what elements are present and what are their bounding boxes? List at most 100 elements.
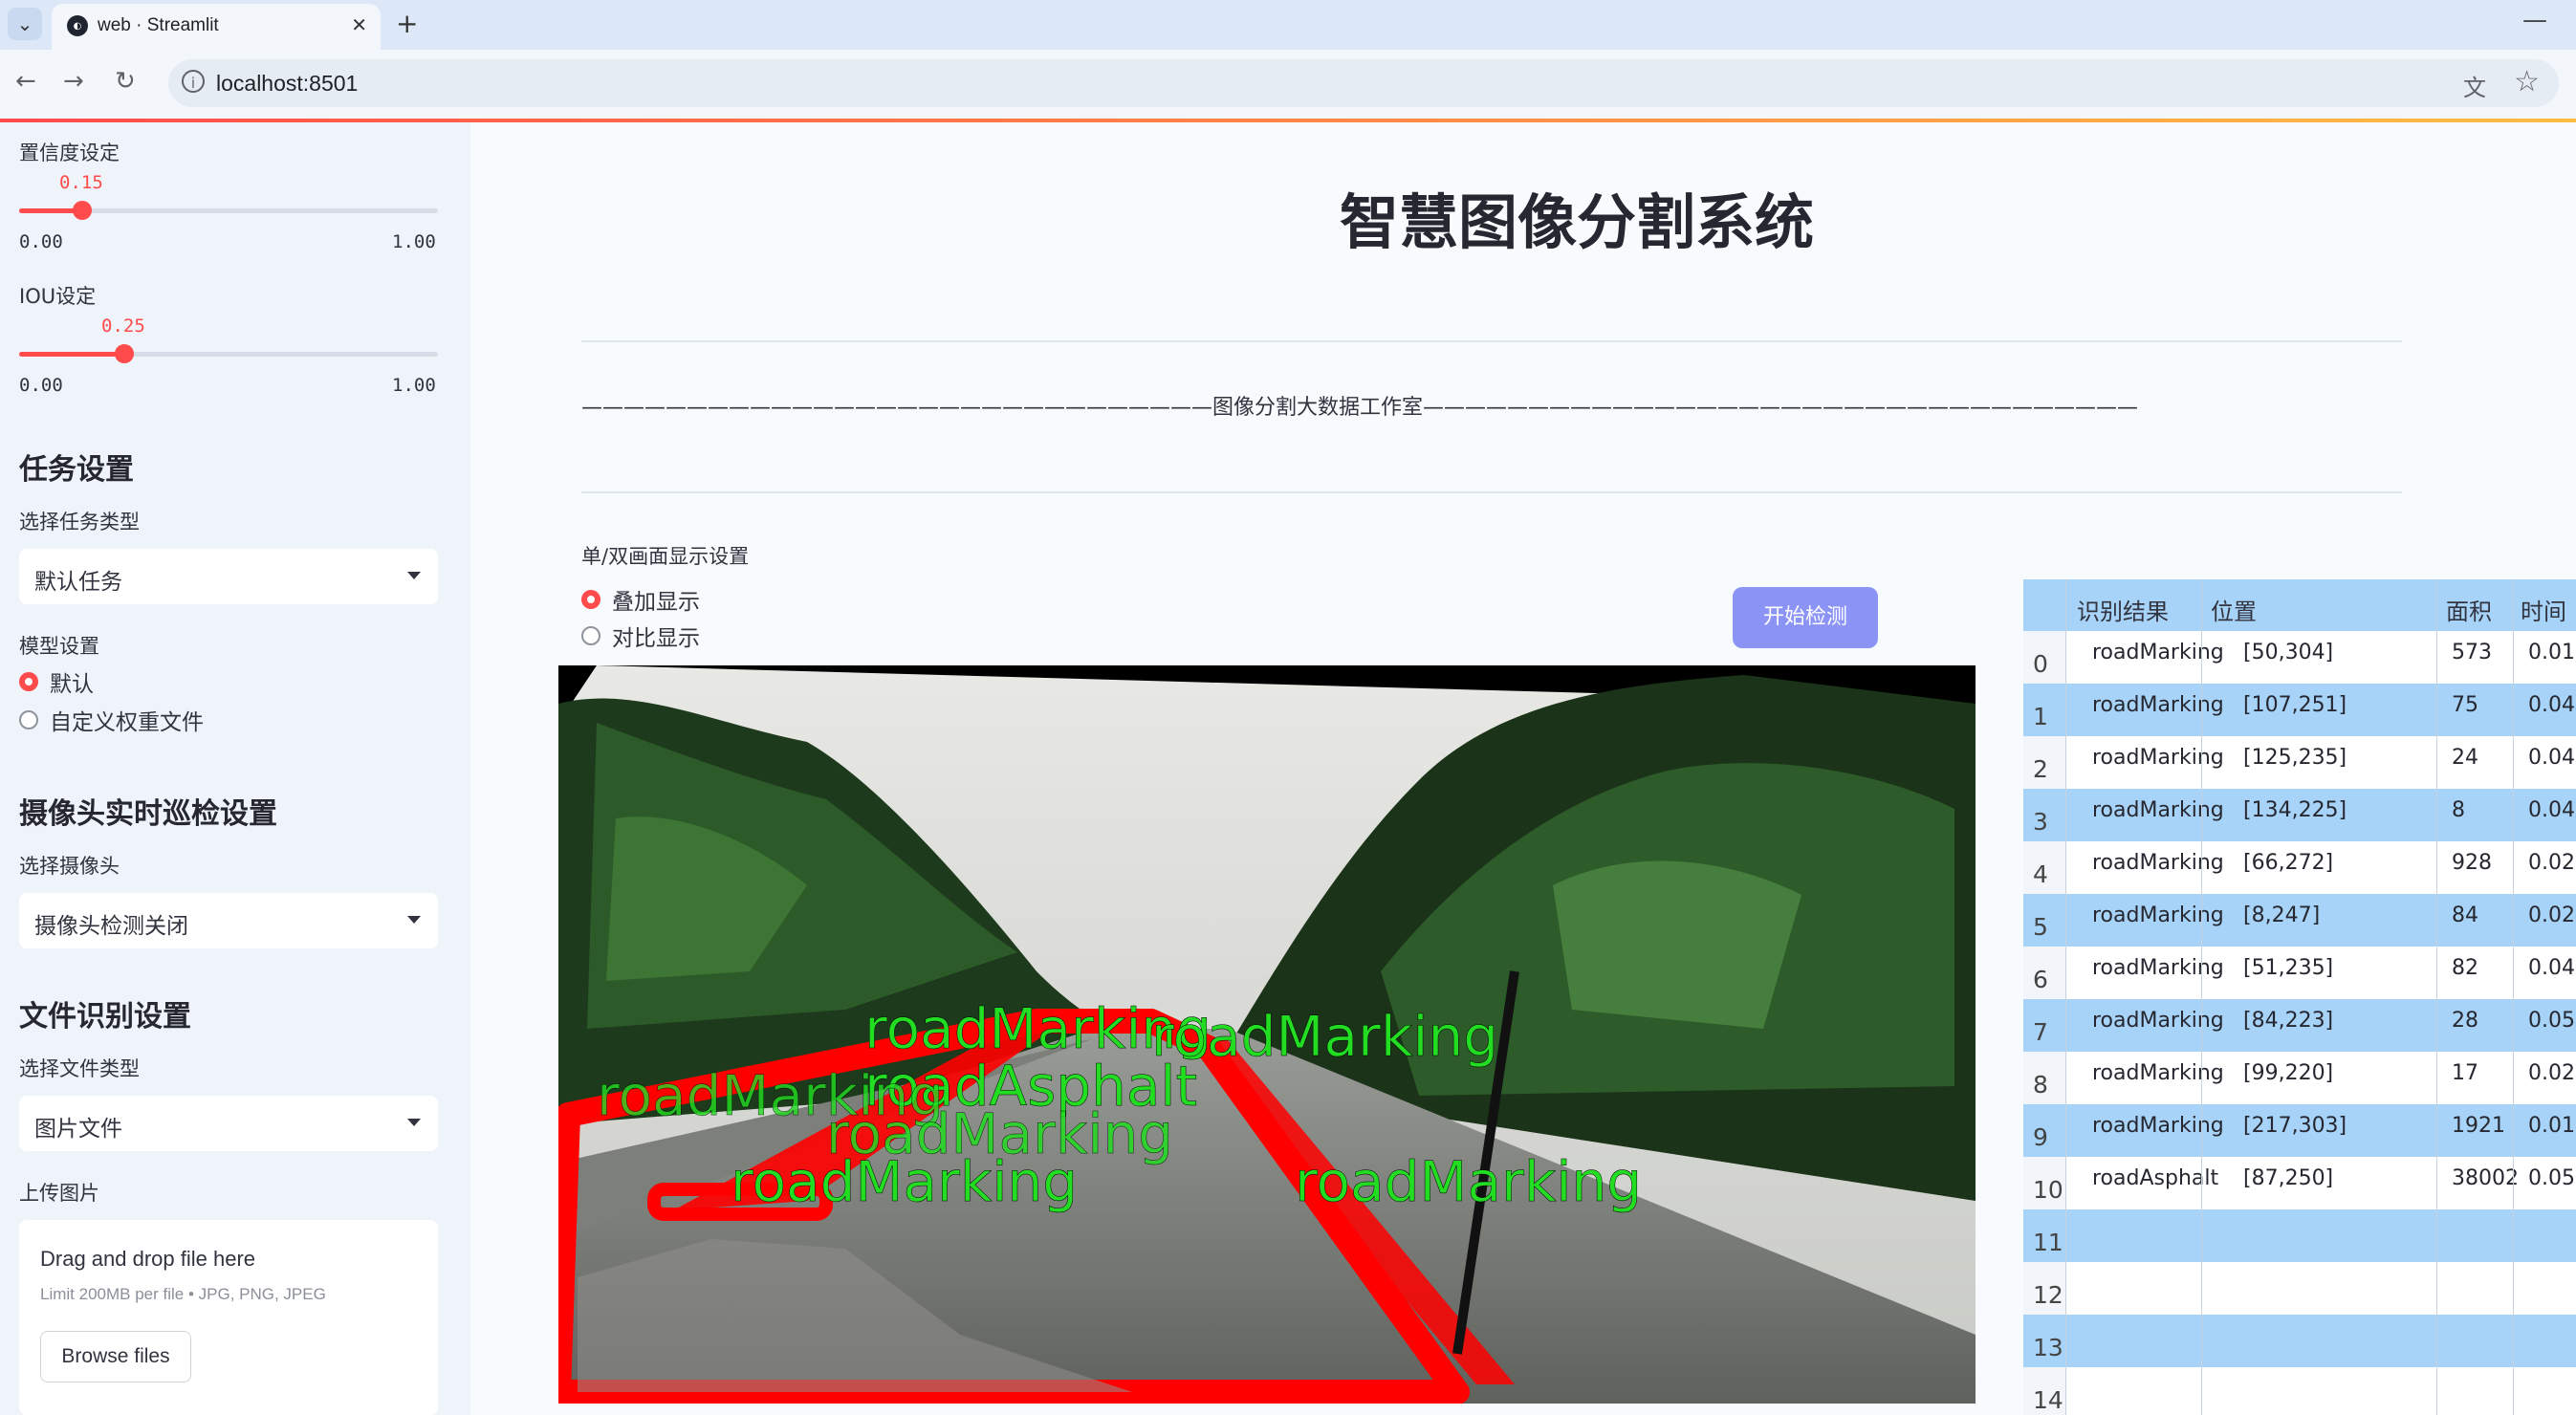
cell-position[interactable]: [50,304]	[2243, 641, 2333, 664]
cell-area[interactable]: 17	[2452, 1061, 2478, 1085]
table-row[interactable]: 1 roadMarking [107,251] 75 0.04	[2023, 684, 2576, 736]
table-row[interactable]: 0 roadMarking [50,304] 573 0.01	[2023, 631, 2576, 684]
table-row[interactable]: 3 roadMarking [134,225] 8 0.04	[2023, 789, 2576, 841]
cell-label[interactable]: roadMarking	[2092, 798, 2224, 822]
address-bar-row: ← → ↻ i localhost:8501 文 ☆	[0, 50, 2576, 120]
cell-time[interactable]: 0.01	[2528, 1114, 2575, 1138]
cell-time[interactable]: 0.04	[2528, 798, 2575, 822]
tab-list-dropdown-icon[interactable]: ⌄	[8, 8, 42, 40]
cell-position[interactable]: [99,220]	[2243, 1061, 2333, 1085]
cell-time[interactable]: 0.04	[2528, 956, 2575, 980]
detection-results-table[interactable]: 识别结果 位置 面积 时间 0 roadMarking [50,304] 573 0.0…	[2023, 579, 2576, 1415]
cell-area[interactable]: 82	[2452, 956, 2478, 980]
new-tab-icon[interactable]: +	[396, 8, 418, 39]
cell-time[interactable]: 0.05	[2528, 1009, 2575, 1033]
table-row[interactable]: 9 roadMarking [217,303] 1921 0.01	[2023, 1104, 2576, 1157]
table-row[interactable]: 8 roadMarking [99,220] 17 0.02	[2023, 1052, 2576, 1104]
cell-position[interactable]: [107,251]	[2243, 693, 2347, 717]
cell-position[interactable]: [87,250]	[2243, 1166, 2333, 1190]
table-row[interactable]: 11	[2023, 1209, 2576, 1262]
cell-area[interactable]: 75	[2452, 693, 2478, 717]
cell-time[interactable]: 0.01	[2528, 641, 2575, 664]
model-option-label: 默认	[50, 672, 94, 697]
cell-time[interactable]: 0.05	[2528, 1166, 2575, 1190]
cell-time[interactable]: 0.04	[2528, 693, 2575, 717]
display-option-label: 对比显示	[612, 626, 700, 651]
site-info-icon[interactable]: i	[182, 70, 205, 93]
cell-position[interactable]: [84,223]	[2243, 1009, 2333, 1033]
cell-label[interactable]: roadAsphalt	[2092, 1166, 2218, 1190]
browse-files-button[interactable]: Browse files	[40, 1331, 191, 1382]
column-header-area[interactable]: 面积	[2446, 593, 2492, 626]
cell-label[interactable]: roadMarking	[2092, 851, 2224, 875]
cell-area[interactable]: 928	[2452, 851, 2492, 875]
cell-time[interactable]: 0.02	[2528, 1061, 2575, 1085]
radio-selected-icon[interactable]	[19, 672, 38, 691]
display-option-overlay[interactable]: 叠加显示	[581, 583, 700, 616]
file-dropzone[interactable]: Drag and drop file here Limit 200MB per …	[19, 1220, 438, 1415]
file-type-select[interactable]: 图片文件	[19, 1096, 438, 1151]
cell-label[interactable]: roadMarking	[2092, 641, 2224, 664]
reload-icon[interactable]: ↻	[115, 67, 136, 96]
cell-area[interactable]: 38002	[2452, 1166, 2519, 1190]
confidence-slider[interactable]: 0.15	[19, 172, 438, 220]
cell-area[interactable]: 573	[2452, 641, 2492, 664]
browser-tab[interactable]: ◐ web · Streamlit ✕	[52, 4, 381, 50]
cell-position[interactable]: [125,235]	[2243, 746, 2347, 770]
table-row[interactable]: 13	[2023, 1315, 2576, 1367]
table-row[interactable]: 12	[2023, 1262, 2576, 1315]
cell-label[interactable]: roadMarking	[2092, 956, 2224, 980]
radio-unselected-icon[interactable]	[581, 626, 600, 645]
start-detection-button[interactable]: 开始检测	[1733, 587, 1878, 648]
table-row[interactable]: 7 roadMarking [84,223] 28 0.05	[2023, 999, 2576, 1052]
iou-slider[interactable]: 0.25	[19, 316, 438, 363]
cell-area[interactable]: 24	[2452, 746, 2478, 770]
table-row[interactable]: 4 roadMarking [66,272] 928 0.02	[2023, 841, 2576, 894]
cell-label[interactable]: roadMarking	[2092, 1114, 2224, 1138]
cell-time[interactable]: 0.02	[2528, 903, 2575, 927]
radio-unselected-icon[interactable]	[19, 710, 38, 729]
cell-label[interactable]: roadMarking	[2092, 1061, 2224, 1085]
model-option-default[interactable]: 默认	[19, 665, 94, 698]
cell-position[interactable]: [51,235]	[2243, 956, 2333, 980]
cell-label[interactable]: roadMarking	[2092, 1009, 2224, 1033]
cell-position[interactable]: [217,303]	[2243, 1114, 2347, 1138]
task-type-select[interactable]: 默认任务	[19, 549, 438, 604]
chevron-down-icon	[407, 1119, 421, 1126]
model-option-label: 自定义权重文件	[50, 710, 204, 735]
model-option-custom[interactable]: 自定义权重文件	[19, 704, 204, 736]
cell-position[interactable]: [134,225]	[2243, 798, 2347, 822]
camera-select[interactable]: 摄像头检测关闭	[19, 893, 438, 948]
cell-area[interactable]: 28	[2452, 1009, 2478, 1033]
cell-label[interactable]: roadMarking	[2092, 693, 2224, 717]
confidence-slider-thumb[interactable]	[73, 201, 92, 220]
table-row[interactable]: 2 roadMarking [125,235] 24 0.04	[2023, 736, 2576, 789]
radio-selected-icon[interactable]	[581, 590, 600, 609]
cell-label[interactable]: roadMarking	[2092, 903, 2224, 927]
table-row[interactable]: 14	[2023, 1367, 2576, 1415]
url-text[interactable]: localhost:8501	[216, 71, 358, 97]
window-minimize-icon[interactable]: —	[2522, 6, 2547, 34]
forward-arrow-icon[interactable]: →	[63, 67, 84, 96]
url-field[interactable]: i localhost:8501 文 ☆	[168, 59, 2559, 107]
display-option-compare[interactable]: 对比显示	[581, 620, 700, 652]
column-header-label[interactable]: 识别结果	[2077, 593, 2169, 626]
cell-time[interactable]: 0.04	[2528, 746, 2575, 770]
cell-area[interactable]: 84	[2452, 903, 2478, 927]
table-row[interactable]: 5 roadMarking [8,247] 84 0.02	[2023, 894, 2576, 947]
cell-time[interactable]: 0.02	[2528, 851, 2575, 875]
bookmark-star-icon[interactable]: ☆	[2514, 65, 2540, 98]
tab-close-icon[interactable]: ✕	[351, 13, 367, 36]
column-header-position[interactable]: 位置	[2211, 593, 2257, 626]
cell-position[interactable]: [8,247]	[2243, 903, 2320, 927]
cell-area[interactable]: 8	[2452, 798, 2465, 822]
cell-position[interactable]: [66,272]	[2243, 851, 2333, 875]
iou-slider-thumb[interactable]	[115, 344, 134, 363]
cell-label[interactable]: roadMarking	[2092, 746, 2224, 770]
table-row[interactable]: 10 roadAsphalt [87,250] 38002 0.05	[2023, 1157, 2576, 1209]
column-header-time[interactable]: 时间	[2521, 593, 2566, 626]
table-row[interactable]: 6 roadMarking [51,235] 82 0.04	[2023, 947, 2576, 999]
back-arrow-icon[interactable]: ←	[15, 67, 36, 96]
translate-icon[interactable]: 文	[2463, 69, 2486, 102]
cell-area[interactable]: 1921	[2452, 1114, 2505, 1138]
